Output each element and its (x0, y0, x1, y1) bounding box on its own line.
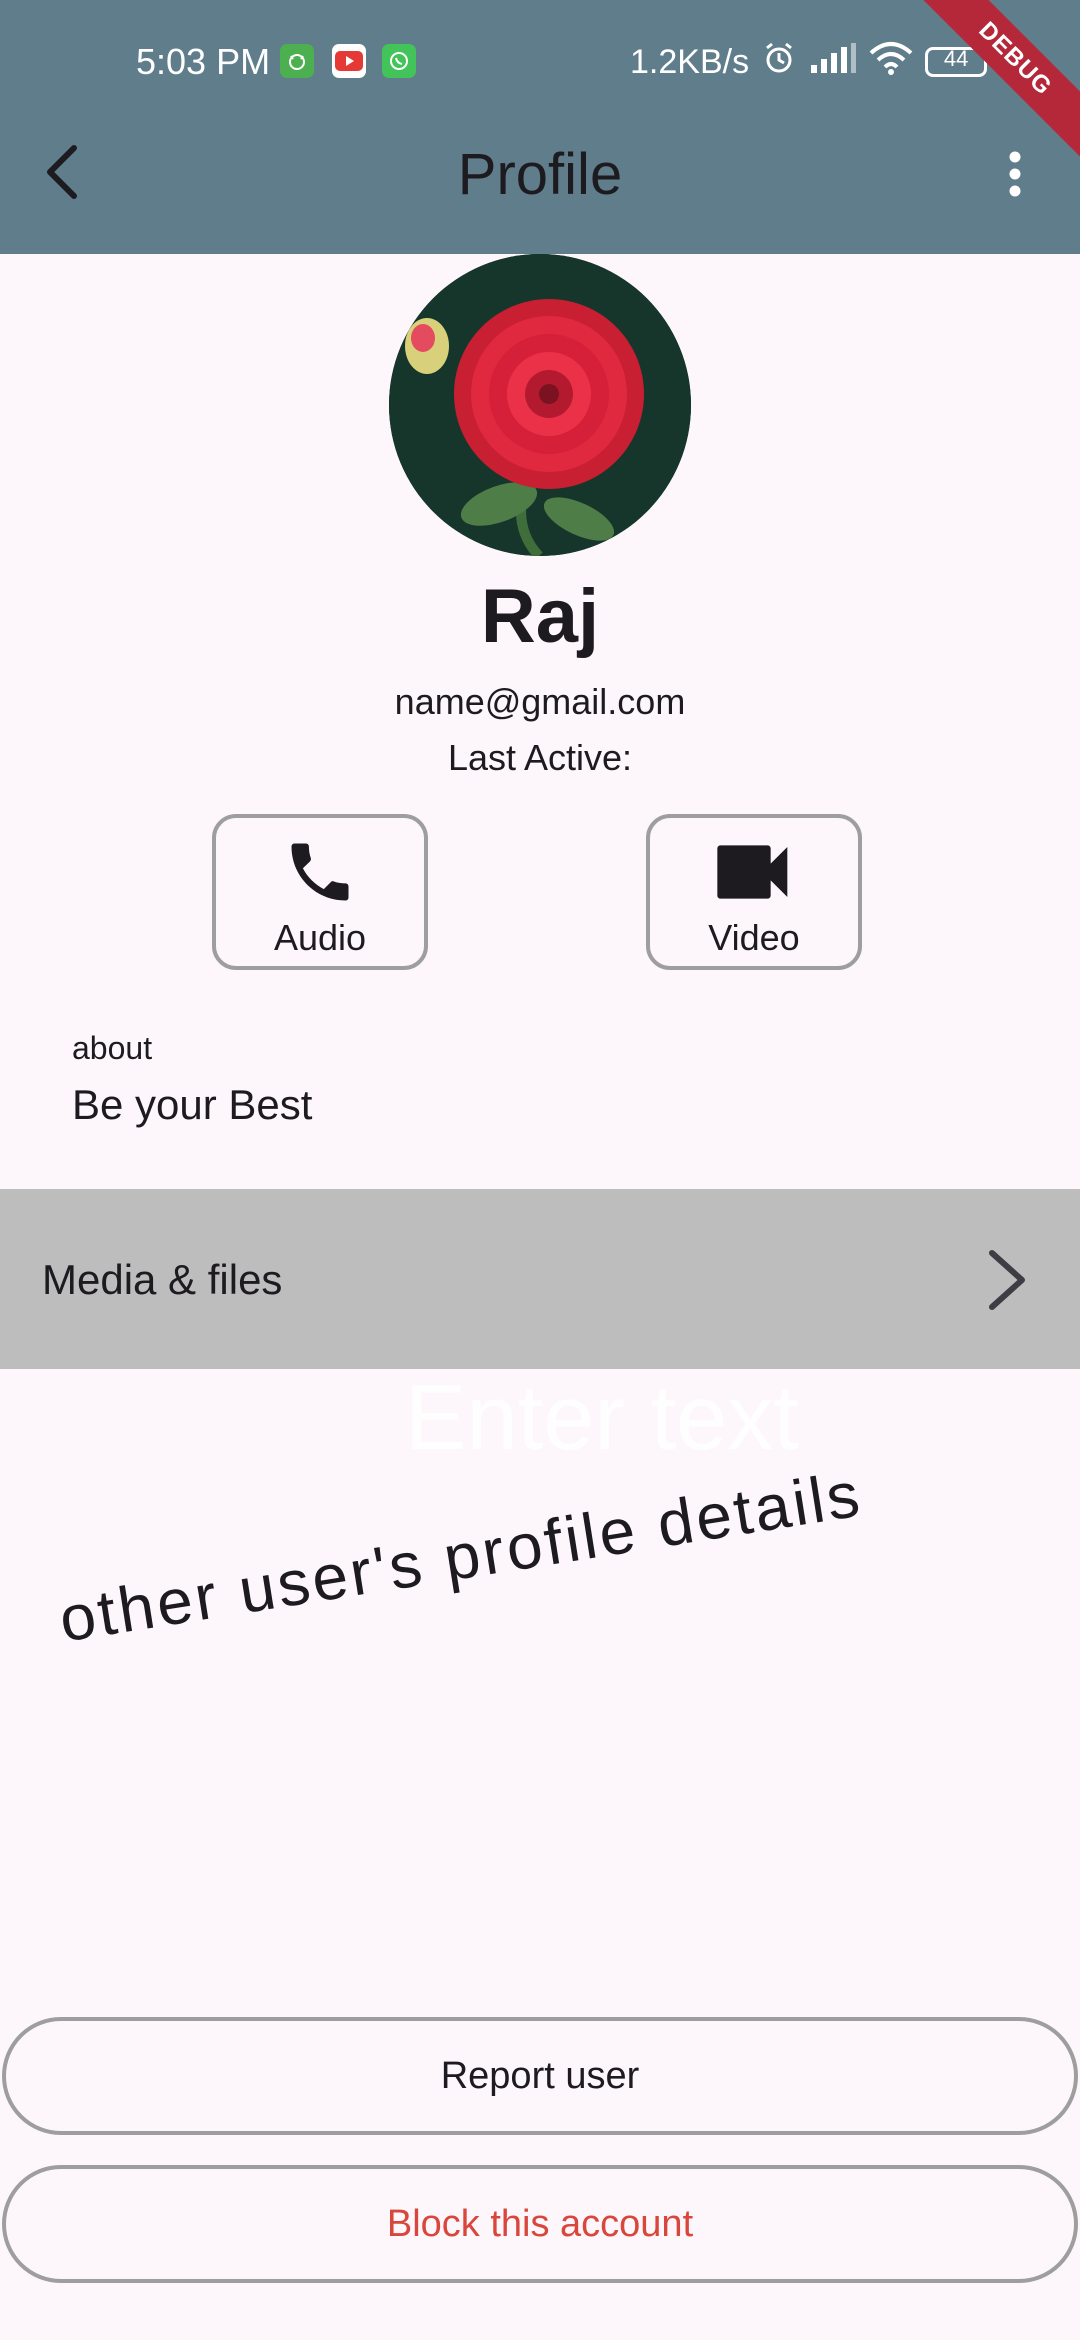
last-active-text: Last Active: (447, 737, 633, 778)
media-files-row[interactable]: Media & files (0, 1189, 1080, 1369)
profile-name: Raj (480, 574, 600, 659)
audio-call-button[interactable]: Audio (212, 814, 428, 970)
youtube-icon (332, 44, 366, 78)
block-account-button[interactable]: Block this account (2, 2165, 1078, 2283)
network-speed: 1.2KB/s (630, 42, 750, 81)
status-bar: 5:03 PM 1.2KB/s 44 DEBUG (0, 0, 1080, 164)
whatsapp-icon (382, 44, 416, 78)
more-options-button[interactable] (990, 142, 1040, 206)
signal-icon (809, 42, 857, 82)
about-value: Be your Best (72, 1081, 313, 1128)
text-input[interactable] (200, 1362, 1004, 1474)
status-indicators: 1.2KB/s 44 (630, 40, 988, 85)
phone-icon (291, 843, 349, 901)
about-label: about (72, 1030, 153, 1066)
app-header: 5:03 PM 1.2KB/s 44 DEBUG Profile (0, 0, 1080, 254)
alarm-icon (761, 40, 797, 85)
wifi-icon (869, 41, 913, 84)
chevron-right-icon (989, 1250, 1025, 1310)
profile-details-caption: other user's profile details (54, 1457, 867, 1656)
flower-image (389, 254, 691, 556)
avatar[interactable] (389, 254, 691, 556)
video-label: Video (708, 917, 800, 958)
page-title: Profile (457, 142, 623, 207)
more-vert-icon (1009, 151, 1021, 197)
audio-label: Audio (273, 917, 367, 958)
profile-email: name@gmail.com (394, 681, 686, 722)
status-time: 5:03 PM (136, 41, 271, 82)
cat-app-icon (280, 44, 314, 78)
video-call-button[interactable]: Video (646, 814, 862, 970)
report-user-button[interactable]: Report user (2, 2017, 1078, 2135)
videocam-icon (717, 845, 788, 899)
media-files-label: Media & files (42, 1256, 283, 1303)
